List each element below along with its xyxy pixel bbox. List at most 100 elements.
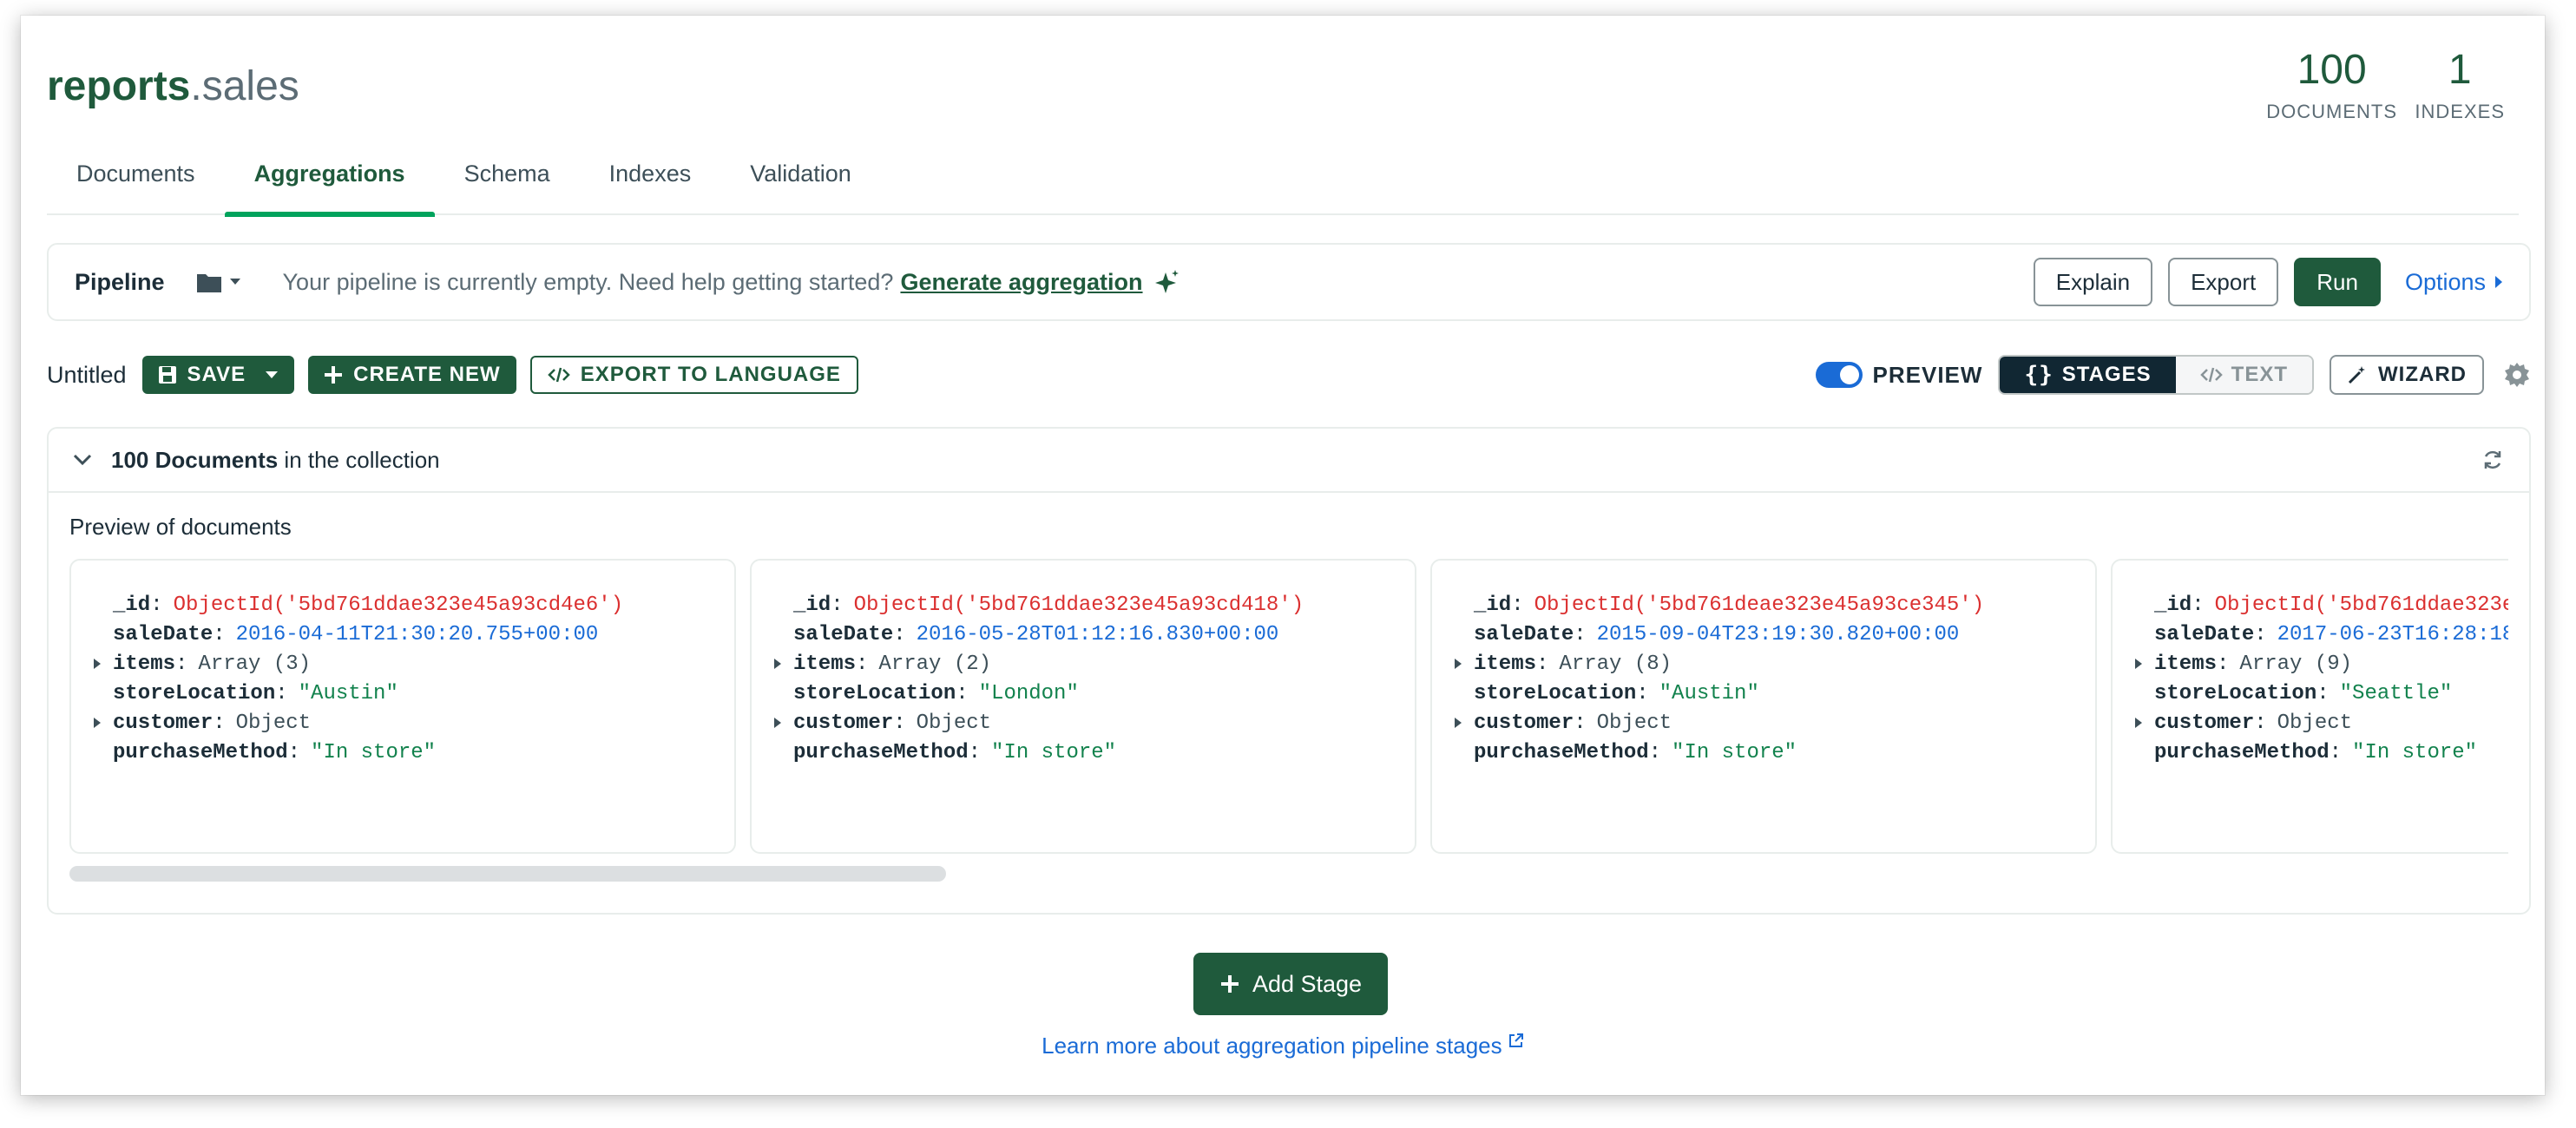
field-row-expandable[interactable]: items: Array (8): [1432, 649, 2095, 679]
export-to-language-button[interactable]: EXPORT TO LANGUAGE: [529, 356, 858, 394]
field-row: storeLocation: "Austin": [113, 681, 398, 705]
field-row-expandable[interactable]: customer: Object: [2113, 708, 2508, 738]
documents-preview-panel: 100 Documents in the collection Preview …: [47, 427, 2531, 915]
document-count: 100 Documents: [111, 446, 279, 473]
options-label: Options: [2404, 268, 2486, 295]
field-value: "Austin": [298, 681, 398, 705]
explain-button[interactable]: Explain: [2033, 258, 2153, 306]
compass-window: reports. sales 100 DOCUMENTS 1 INDEXES Do…: [21, 16, 2545, 1095]
expand-caret-icon[interactable]: [774, 659, 781, 669]
save-label: SAVE: [187, 363, 246, 386]
field-key: saleDate: [793, 622, 894, 646]
field-key: items: [2154, 652, 2218, 676]
expand-caret-icon[interactable]: [94, 659, 101, 669]
field-value: Object: [235, 711, 312, 735]
wizard-label: WIZARD: [2378, 363, 2467, 386]
field-row: storeLocation: "Seattle": [2154, 681, 2453, 705]
tab-documents[interactable]: Documents: [47, 154, 225, 215]
field-row-expandable[interactable]: customer: Object: [752, 708, 1415, 738]
namespace-title: reports. sales: [47, 62, 299, 110]
documents-label: DOCUMENTS: [2266, 100, 2397, 122]
field-value: 2016-05-28T01:12:16.830+00:00: [916, 622, 1279, 646]
external-link-icon: [1508, 1033, 1523, 1047]
export-button[interactable]: Export: [2168, 258, 2279, 306]
create-new-button[interactable]: CREATE NEW: [308, 356, 516, 394]
field-value: "In store": [311, 740, 437, 764]
stages-view-button[interactable]: {} STAGES: [2000, 357, 2176, 393]
field-value: Array (3): [198, 652, 312, 676]
document-card: _id: ObjectId('5bd761ddae323e45a93cd418')…: [750, 559, 1416, 854]
tab-indexes[interactable]: Indexes: [580, 154, 721, 215]
field-row: purchaseMethod: "In store": [1474, 740, 1797, 764]
text-view-button[interactable]: TEXT: [2175, 357, 2313, 393]
preview-label: PREVIEW: [1872, 361, 1983, 388]
indexes-count: 1: [2448, 47, 2472, 93]
tab-aggregations[interactable]: Aggregations: [224, 154, 435, 217]
plus-icon: [1220, 975, 1239, 993]
count-suffix: in the collection: [278, 446, 440, 473]
database-name: reports: [47, 63, 191, 109]
preview-header[interactable]: 100 Documents in the collection: [49, 429, 2529, 493]
field-key: purchaseMethod: [2154, 740, 2330, 764]
document-card: _id: ObjectId('5bd761ddae323e45a93cd4e6')…: [69, 559, 736, 854]
save-button[interactable]: SAVE: [141, 356, 295, 394]
run-button[interactable]: Run: [2294, 258, 2381, 306]
field-value: "Austin": [1659, 681, 1759, 705]
generate-aggregation-link[interactable]: Generate aggregation: [900, 269, 1142, 296]
field-key: saleDate: [113, 622, 214, 646]
field-row: purchaseMethod: "In store": [793, 740, 1117, 764]
field-key: _id: [113, 593, 151, 617]
preview-subtitle: Preview of documents: [69, 514, 292, 540]
options-toggle[interactable]: Options: [2405, 269, 2503, 296]
chevron-down-icon: [229, 279, 240, 285]
learn-more-link[interactable]: Learn more about aggregation pipeline st…: [21, 1033, 2545, 1059]
text-label: TEXT: [2231, 363, 2289, 386]
field-key: items: [1474, 652, 1537, 676]
expand-caret-icon[interactable]: [1455, 659, 1462, 669]
field-key: _id: [793, 593, 831, 617]
field-row-expandable[interactable]: items: Array (3): [71, 649, 734, 679]
field-value: "In store": [1672, 740, 1797, 764]
field-row-expandable[interactable]: items: Array (2): [752, 649, 1415, 679]
field-row: saleDate:2017-06-23T16:28:18.811+00:00: [2113, 620, 2508, 649]
field-value: Object: [1596, 711, 1672, 735]
field-key: storeLocation: [793, 681, 956, 705]
preview-count: 100 Documents in the collection: [111, 447, 440, 474]
tab-validation[interactable]: Validation: [720, 154, 881, 215]
add-stage-label: Add Stage: [1252, 970, 1363, 997]
refresh-icon[interactable]: [2481, 448, 2505, 472]
documents-count: 100: [2297, 47, 2367, 93]
field-key: customer: [113, 711, 214, 735]
wizard-button[interactable]: WIZARD: [2330, 355, 2484, 395]
field-row: saleDate:2016-05-28T01:12:16.830+00:00: [793, 622, 1279, 646]
collection-name: sales: [201, 63, 299, 109]
field-row: _id:ObjectId('5bd761ddae323e45a93cd3c7'): [2113, 590, 2508, 620]
field-key: _id: [1474, 593, 1512, 617]
horizontal-scrollbar[interactable]: [69, 866, 946, 882]
expand-caret-icon[interactable]: [2135, 718, 2142, 728]
magic-wand-icon: [2348, 366, 2366, 384]
field-row: purchaseMethod: "In store": [2154, 740, 2478, 764]
expand-caret-icon[interactable]: [774, 718, 781, 728]
saved-pipelines-folder-icon[interactable]: [196, 271, 241, 293]
field-row-expandable[interactable]: customer: Object: [71, 708, 734, 738]
plus-icon: [325, 366, 343, 384]
stages-label: STAGES: [2061, 363, 2152, 386]
field-row-expandable[interactable]: customer: Object: [1432, 708, 2095, 738]
create-new-label: CREATE NEW: [353, 363, 501, 386]
save-icon: [158, 366, 176, 384]
expand-caret-icon[interactable]: [1455, 718, 1462, 728]
field-key: _id: [2154, 593, 2192, 617]
field-key: customer: [2154, 711, 2255, 735]
field-row-expandable[interactable]: items: Array (9): [2113, 649, 2508, 679]
expand-caret-icon[interactable]: [94, 718, 101, 728]
field-value: Object: [916, 711, 992, 735]
tab-schema[interactable]: Schema: [435, 154, 580, 215]
learn-more-label: Learn more about aggregation pipeline st…: [1042, 1033, 1502, 1059]
field-key: items: [113, 652, 176, 676]
expand-caret-icon[interactable]: [2135, 659, 2142, 669]
settings-gear-icon[interactable]: [2503, 361, 2531, 389]
preview-toggle[interactable]: [1815, 362, 1863, 388]
add-stage-button[interactable]: Add Stage: [1193, 953, 1388, 1015]
field-value: "London": [978, 681, 1079, 705]
